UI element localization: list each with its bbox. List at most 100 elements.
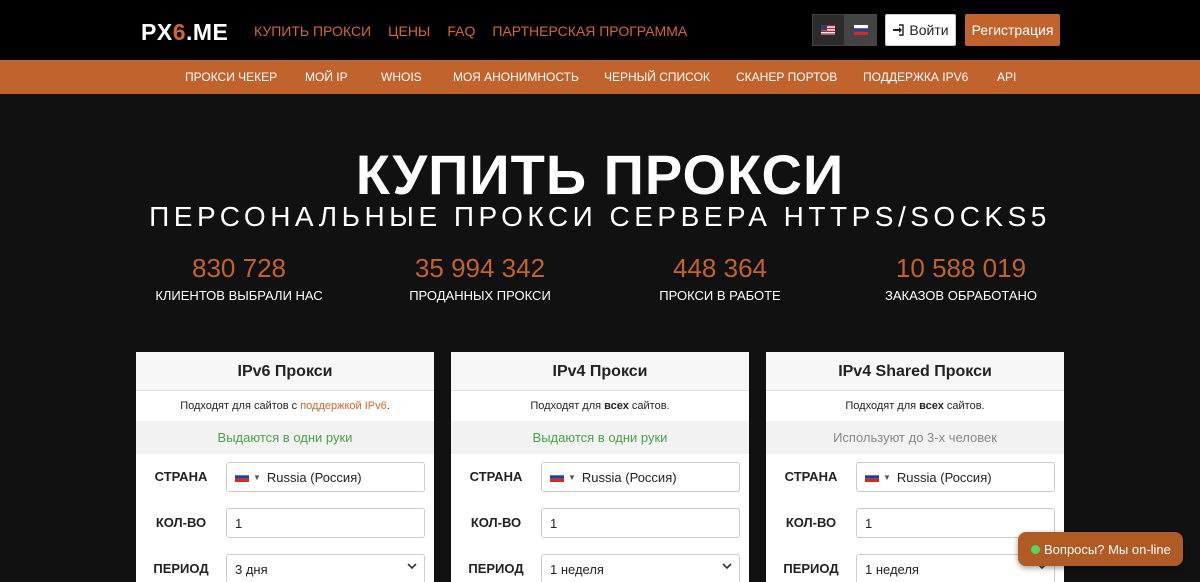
caret-down-icon: ▼ [568,472,576,482]
login-label: Войти [909,22,949,38]
stat-label: ПРОДАННЫХ ПРОКСИ [409,288,551,303]
quantity-row: КОЛ-ВО 1 [451,500,749,546]
ru-flag-icon [865,472,879,482]
card-title: IPv4 Shared Прокси [766,352,1064,391]
country-row: СТРАНА ▼ Russia (Россия) [766,454,1064,500]
chat-widget-button[interactable]: Вопросы? Мы on-line [1018,532,1183,566]
quantity-label: КОЛ-ВО [155,515,207,530]
logo-accent: 6 [172,19,186,45]
ru-flag-icon [235,472,249,482]
nav-faq[interactable]: FAQ [447,23,475,39]
chevron-down-icon [407,563,417,570]
quantity-row: КОЛ-ВО 1 [136,500,434,546]
subnav-proxy-checker[interactable]: ПРОКСИ ЧЕКЕР [185,70,277,84]
card-description: Подходят для всех сайтов. [766,391,1064,421]
logo-suffix: .ME [185,19,229,45]
card-note: Выдаются в одни руки [136,421,434,454]
stat-label: ПРОКСИ В РАБОТЕ [659,288,781,303]
country-label: СТРАНА [469,469,523,484]
country-select[interactable]: ▼ Russia (Россия) [856,462,1055,492]
logo-prefix: PX [141,19,173,45]
period-row: ПЕРИОД 1 неделя [451,546,749,582]
card-title: IPv6 Прокси [136,352,434,391]
desc-text: Подходят для [845,400,920,412]
register-button[interactable]: Регистрация [965,14,1060,46]
subnav-ipv6-support[interactable]: ПОДДЕРЖКА IPV6 [863,70,968,84]
card-note: Выдаются в одни руки [451,421,749,454]
stat-value: 448 364 [673,253,767,283]
sign-in-icon [893,24,905,36]
country-select[interactable]: ▼ Russia (Россия) [541,462,740,492]
stat-orders: 10 588 019 ЗАКАЗОВ ОБРАБОТАНО [841,254,1081,303]
subnav-blacklist[interactable]: ЧЕРНЫЙ СПИСОК [604,70,710,84]
country-row: СТРАНА ▼ Russia (Россия) [136,454,434,500]
period-label: ПЕРИОД [783,561,839,576]
desc-text-end: сайтов. [628,400,670,412]
tools-nav: ПРОКСИ ЧЕКЕР МОЙ IP WHOIS МОЯ АНОНИМНОСТ… [0,60,1200,94]
desc-text: Подходят для сайтов с [180,400,301,412]
stat-clients: 830 728 КЛИЕНТОВ ВЫБРАЛИ НАС [119,254,359,303]
us-flag-icon [821,25,836,35]
stat-value: 10 588 019 [895,253,1027,283]
country-value: Russia (Россия) [581,469,677,485]
stat-label: ЗАКАЗОВ ОБРАБОТАНО [884,288,1037,303]
card-description: Подходят для сайтов с поддержкой IPv6. [136,391,434,421]
login-button[interactable]: Войти [885,14,956,46]
card-ipv6-proxy: IPv6 Прокси Подходят для сайтов с поддер… [136,352,434,582]
subnav-port-scanner[interactable]: СКАНЕР ПОРТОВ [736,70,837,84]
nav-partner-program[interactable]: ПАРТНЕРСКАЯ ПРОГРАММА [492,23,687,39]
period-value: 1 неделя [865,561,919,577]
quantity-input[interactable]: 1 [226,508,425,538]
desc-bold: всех [919,400,944,412]
period-label: ПЕРИОД [468,561,524,576]
ru-flag-icon [853,25,868,35]
card-ipv4-proxy: IPv4 Прокси Подходят для всех сайтов. Вы… [451,352,749,582]
desc-text-end: сайтов. [943,400,985,412]
desc-bold: всех [604,400,629,412]
quantity-input[interactable]: 1 [541,508,740,538]
logo[interactable]: PX6.ME [141,19,228,46]
nav-prices[interactable]: ЦЕНЫ [388,23,430,39]
hero-title: КУПИТЬ ПРОКСИ [355,143,845,206]
card-note: Используют до 3-х человек [766,421,1064,454]
stat-proxies-sold: 35 994 342 ПРОДАННЫХ ПРОКСИ [360,254,600,303]
subnav-whois[interactable]: WHOIS [381,70,422,84]
chevron-down-icon [722,563,732,570]
ru-flag-icon [550,472,564,482]
subnav-my-anonymity[interactable]: МОЯ АНОНИМНОСТЬ [453,70,579,84]
country-value: Russia (Россия) [896,469,992,485]
stat-value: 35 994 342 [414,253,546,283]
card-description: Подходят для всех сайтов. [451,391,749,421]
online-dot-icon [1031,544,1040,554]
ipv6-support-link[interactable]: поддержкой IPv6 [300,400,387,412]
top-header: PX6.ME КУПИТЬ ПРОКСИ ЦЕНЫ FAQ ПАРТНЕРСКА… [0,0,1200,60]
country-select[interactable]: ▼ Russia (Россия) [226,462,425,492]
desc-text-end: . [386,400,390,412]
lang-en-button[interactable] [812,14,845,46]
stat-label: КЛИЕНТОВ ВЫБРАЛИ НАС [155,288,323,303]
period-select[interactable]: 1 неделя [541,554,740,582]
desc-text: Подходят для [530,400,605,412]
period-value: 3 дня [235,561,268,577]
period-select[interactable]: 3 дня [226,554,425,582]
caret-down-icon: ▼ [253,472,261,482]
main-nav: КУПИТЬ ПРОКСИ ЦЕНЫ FAQ ПАРТНЕРСКАЯ ПРОГР… [254,23,687,39]
period-value: 1 неделя [550,561,604,577]
subnav-api[interactable]: API [997,70,1016,84]
chat-label: Вопросы? Мы on-line [1044,541,1171,557]
stat-proxies-active: 448 364 ПРОКСИ В РАБОТЕ [600,254,840,303]
nav-buy-proxy[interactable]: КУПИТЬ ПРОКСИ [254,23,371,39]
period-row: ПЕРИОД 3 дня [136,546,434,582]
language-switcher [812,14,877,46]
subnav-my-ip[interactable]: МОЙ IP [305,70,348,84]
quantity-label: КОЛ-ВО [785,515,837,530]
country-row: СТРАНА ▼ Russia (Россия) [451,454,749,500]
country-label: СТРАНА [784,469,838,484]
country-value: Russia (Россия) [266,469,362,485]
country-label: СТРАНА [154,469,208,484]
caret-down-icon: ▼ [883,472,891,482]
quantity-label: КОЛ-ВО [470,515,522,530]
hero-subtitle: ПЕРСОНАЛЬНЫЕ ПРОКСИ СЕРВЕРА HTTPS/SOCKS5 [149,201,1051,232]
register-label: Регистрация [971,22,1054,38]
lang-ru-button[interactable] [844,14,877,46]
